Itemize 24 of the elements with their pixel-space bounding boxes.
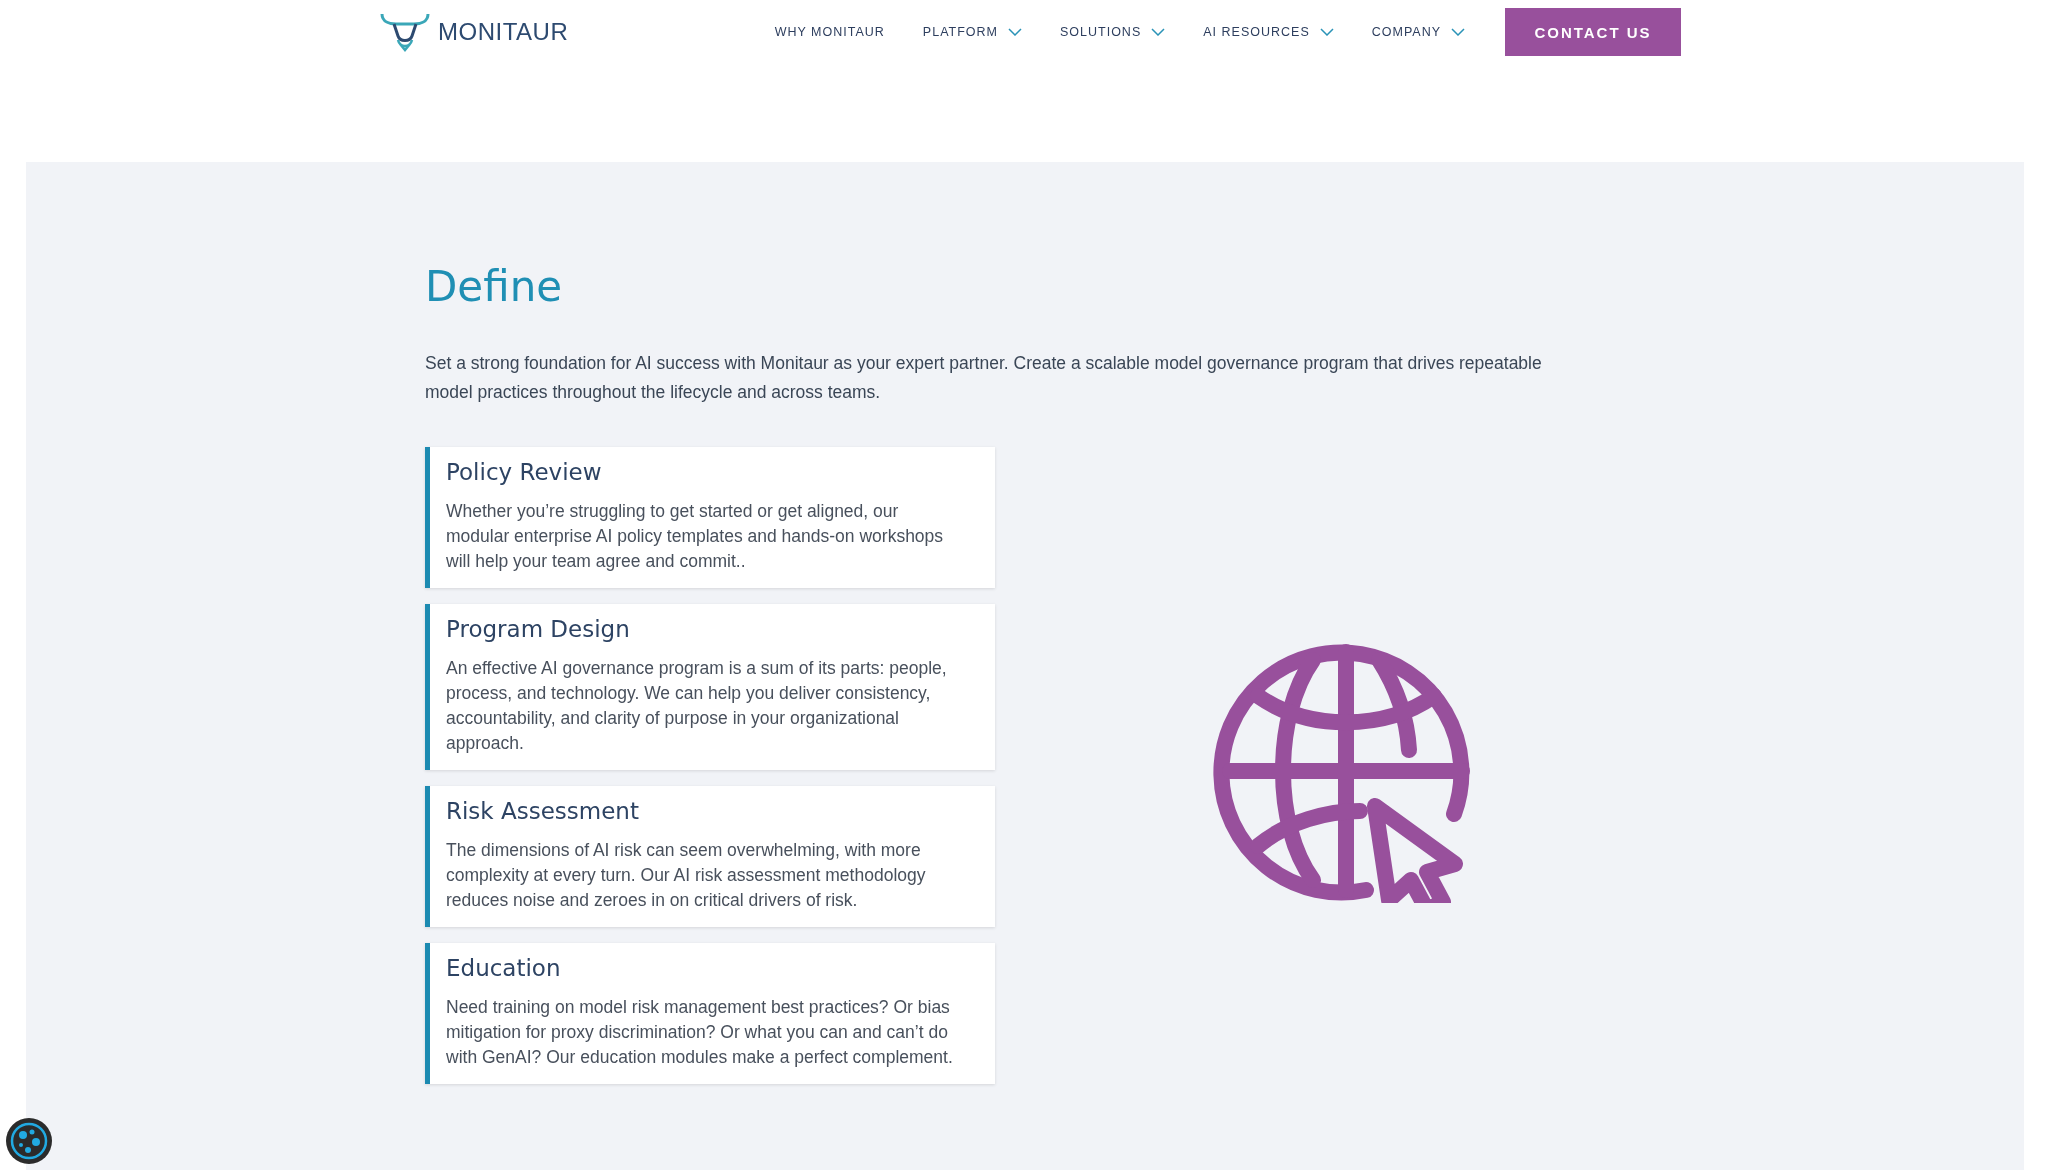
- card-title: Policy Review: [446, 459, 603, 485]
- card-title: Education: [446, 955, 562, 981]
- nav-link[interactable]: WHY MONITAUR: [774, 25, 885, 39]
- nav-link[interactable]: COMPANY: [1371, 25, 1465, 39]
- contact-button[interactable]: CONTACT US: [1505, 8, 1681, 56]
- nav-link[interactable]: SOLUTIONS: [1060, 25, 1166, 39]
- nav-link[interactable]: PLATFORM: [922, 25, 1022, 39]
- card-text: The dimensions of AI risk can seem overwhelming, with more complexity at every turn. Our AI risk assessment methodology reduces noise and zeroes in on critical drivers of risk.: [446, 839, 927, 912]
- chevron-down-icon: [1319, 28, 1334, 36]
- section-title: Define: [425, 262, 564, 311]
- intro-paragraph: Set a strong foundation for AI success with Monitaur as your expert partner. Create a scalable model governance program that drives repeatable model practices throughout the lifecycle and across teams.: [425, 352, 1543, 404]
- cookie-icon: [9, 1121, 49, 1161]
- cookie-settings-button[interactable]: [6, 1118, 52, 1164]
- logo-wordmark[interactable]: MONITAUR: [438, 18, 569, 46]
- chevron-down-icon: [1451, 28, 1465, 36]
- card-title: Risk Assessment: [446, 798, 640, 824]
- card-text: An effective AI governance program is a sum of its parts: people, process, and technology. We can help you deliver consistency, accountability, and clarity of purpose in your organizational approach.: [446, 657, 948, 755]
- chevron-down-icon: [1151, 28, 1166, 36]
- card-text: Whether you’re struggling to get started or get aligned, our modular enterprise AI policy templates and hands-on workshops will help your team agree and commit..: [446, 500, 945, 573]
- chevron-down-icon: [1008, 28, 1022, 36]
- bull-logo-icon: [378, 12, 432, 52]
- card-title: Program Design: [446, 616, 631, 642]
- nav-link[interactable]: AI RESOURCES: [1203, 25, 1334, 39]
- card-text: Need training on model risk management best practices? Or bias mitigation for proxy discrimination? Or what you can and can’t do with GenAI? Our education modules make a perfect complement.: [446, 996, 954, 1069]
